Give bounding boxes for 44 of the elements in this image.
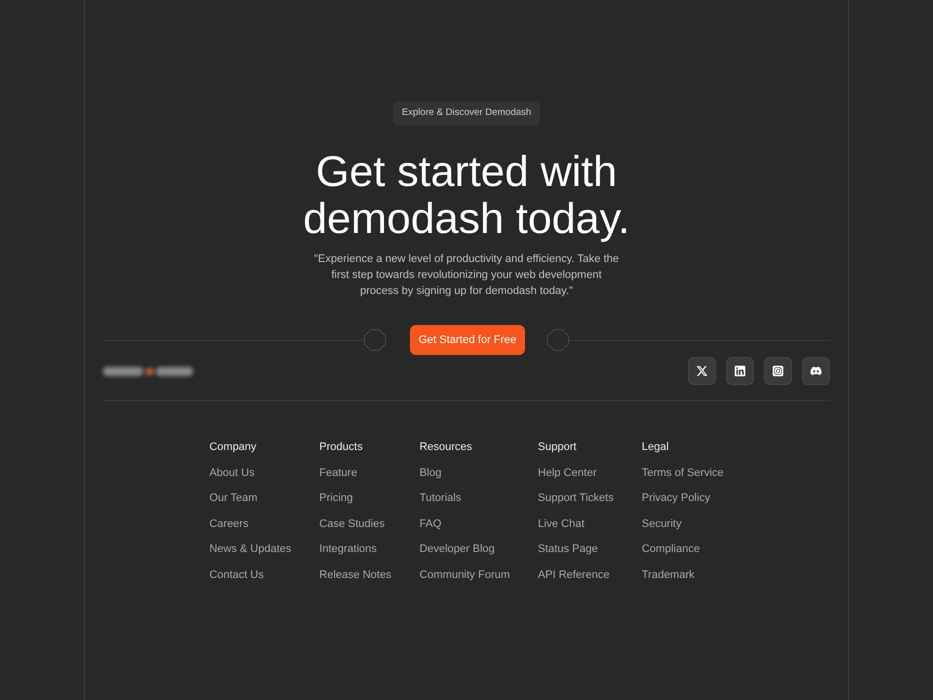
footer-link[interactable]: Community Forum: [419, 566, 510, 582]
footer-link[interactable]: Tutorials: [419, 490, 510, 506]
linkedin-logo-icon: [734, 365, 746, 377]
hero-description: "Experience a new level of productivity and efficiency. Take the first step towards revolutionizing your web development process by signing up for demodash today.": [313, 252, 620, 299]
footer-link[interactable]: API Reference: [538, 566, 614, 582]
badge: Explore & Discover Demodash: [392, 101, 540, 126]
hero-title: Get started with demodash today.: [302, 149, 631, 243]
footer-link[interactable]: Help Center: [538, 464, 614, 480]
footer-link[interactable]: Support Tickets: [538, 490, 614, 506]
social-link-button[interactable]: [726, 357, 754, 385]
footer-link[interactable]: About Us: [209, 464, 292, 480]
footer-link[interactable]: Release Notes: [319, 566, 392, 582]
footer-link[interactable]: Case Studies: [319, 516, 392, 532]
footer-link[interactable]: Feature: [319, 464, 392, 480]
discord-logo-icon: [810, 365, 822, 377]
footer-link[interactable]: Status Page: [538, 541, 614, 557]
footer-link[interactable]: Contact Us: [209, 566, 292, 582]
social-link-button[interactable]: [802, 357, 830, 385]
footer-link[interactable]: Terms of Service: [642, 464, 724, 480]
footer-link[interactable]: Pricing: [319, 490, 392, 506]
footer-link[interactable]: Blog: [419, 464, 510, 480]
footer-column-heading: Legal: [642, 440, 670, 455]
instagram-logo-icon: [772, 365, 784, 377]
footer-link[interactable]: Our Team: [209, 490, 292, 506]
octagon-icon: [364, 329, 386, 351]
footer-link[interactable]: Privacy Policy: [642, 490, 724, 506]
footer-link[interactable]: News & Updates: [209, 541, 292, 557]
social-link-button[interactable]: [688, 357, 716, 385]
x-logo-icon: [696, 365, 708, 377]
footer-link[interactable]: Live Chat: [538, 516, 614, 532]
footer-column-heading: Support: [538, 440, 578, 455]
octagon-icon: [547, 329, 570, 351]
footer-link[interactable]: FAQ: [419, 516, 510, 532]
footer-link[interactable]: Careers: [209, 516, 292, 532]
footer-column-heading: Resources: [419, 440, 474, 455]
footer-link[interactable]: Security: [642, 516, 724, 532]
get-started-button[interactable]: Get Started for Free: [410, 325, 526, 355]
footer-link[interactable]: Compliance: [642, 541, 724, 557]
footer-link[interactable]: Developer Blog: [419, 541, 510, 557]
social-link-button[interactable]: [764, 357, 792, 385]
footer-link[interactable]: Trademark: [642, 566, 724, 582]
footer-link[interactable]: Integrations: [319, 541, 392, 557]
footer-column-heading: Company: [209, 440, 258, 455]
footer-column-heading: Products: [319, 440, 364, 455]
